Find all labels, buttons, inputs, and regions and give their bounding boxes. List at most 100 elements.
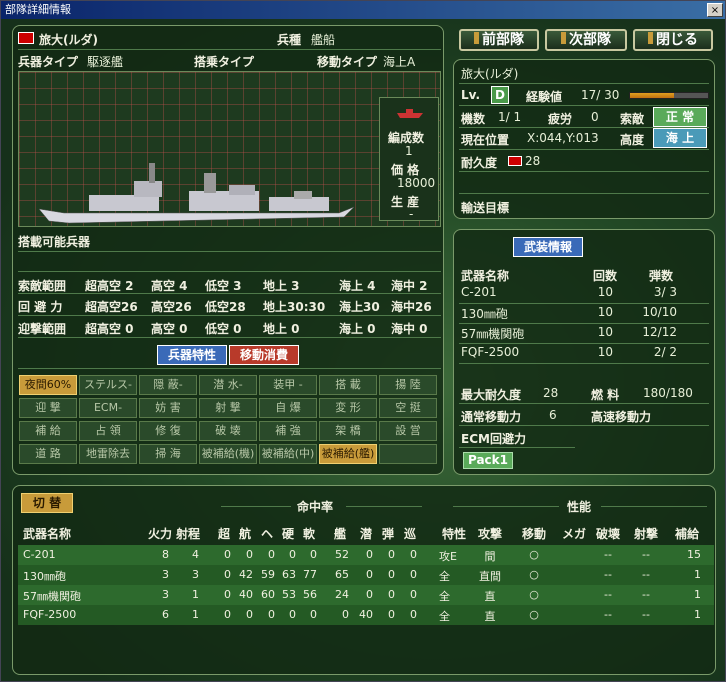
range-value: 超高空 0 xyxy=(85,322,134,336)
carry-label: 搭載可能兵器 xyxy=(18,235,91,249)
table-cell: 直 xyxy=(484,590,496,603)
weapons-col-header: 移動 xyxy=(521,527,546,541)
weapons-col-header: 射撃 xyxy=(633,527,658,541)
toggle-button[interactable]: 切 替 xyxy=(21,493,73,513)
table-cell: 0 xyxy=(388,588,395,601)
ability-cell: 被補給(艦) xyxy=(319,444,377,464)
ability-cell: 修 復 xyxy=(139,421,197,441)
table-cell: 0 xyxy=(410,588,417,601)
table-row[interactable]: 130㎜砲 3 3 0 42 59 63 77 65 0 0 0 全 直間 ○ -- -- 1 xyxy=(18,565,714,585)
weapons-col-header: ヘ xyxy=(260,527,273,541)
arms-times: 10 xyxy=(597,285,613,299)
level-label: Lv. xyxy=(461,88,481,102)
divider xyxy=(453,506,559,507)
ability-cell: 装甲 - xyxy=(259,375,317,395)
table-cell: 4 xyxy=(192,548,199,561)
fatigue-label: 疲労 xyxy=(548,112,573,126)
prev-unit-button[interactable]: 前部隊 xyxy=(459,29,539,51)
ship-image xyxy=(39,163,354,224)
window-title: 部隊詳細情報 xyxy=(5,3,71,16)
weapons-col-header: 潜 xyxy=(359,527,372,541)
ability-cell: 被補給(機) xyxy=(199,444,257,464)
table-cell: C-201 xyxy=(23,548,56,561)
arms-weapon-name: C-201 xyxy=(461,285,497,299)
table-cell: ○ xyxy=(529,588,539,601)
table-row[interactable]: 57㎜機関砲 3 1 0 40 60 53 56 24 0 0 0 全 直 ○ -- -- 1 xyxy=(18,585,714,605)
table-cell: -- xyxy=(642,588,650,601)
ability-cell: 潜 水- xyxy=(199,375,257,395)
table-cell: 0 xyxy=(224,608,231,621)
table-row[interactable]: C-201 8 4 0 0 0 0 0 52 0 0 0 攻E 間 ○ -- -- 15 xyxy=(18,545,714,565)
altitude-badge: 海 上 xyxy=(653,128,707,148)
range-value: 地上30:30 xyxy=(263,300,326,314)
divider xyxy=(459,83,709,84)
table-cell: 1 xyxy=(694,588,701,601)
tab-weapon-traits[interactable]: 兵器特性 xyxy=(157,345,227,365)
weapons-col-header: 超 xyxy=(217,527,230,541)
arms-col-ammo: 弾数 xyxy=(649,269,674,283)
weapons-col-header: 弾 xyxy=(381,527,394,541)
fatigue-value: 0 xyxy=(591,110,599,124)
range-label: 索敵範囲 xyxy=(18,279,67,293)
table-row[interactable]: FQF-2500 6 1 0 0 0 0 0 0 40 0 0 全 直 ○ -- -- 1 xyxy=(18,605,714,625)
arms-times: 10 xyxy=(597,345,613,359)
weapons-col-header: 特性 xyxy=(441,527,466,541)
weapons-col-header: 軟 xyxy=(302,527,315,541)
production-value: - xyxy=(409,207,414,221)
divider xyxy=(18,251,441,252)
range-value: 海中26 xyxy=(391,300,432,314)
units-value: 1/ 1 xyxy=(498,110,522,124)
prev-unit-label: 前部隊 xyxy=(482,32,524,48)
ability-cell: 架 橋 xyxy=(319,421,377,441)
table-cell: 57㎜機関砲 xyxy=(23,590,81,603)
tab-move-cost[interactable]: 移動消費 xyxy=(229,345,299,365)
arms-ammo: 3/ 3 xyxy=(653,285,677,299)
weapons-col-header: 巡 xyxy=(403,527,416,541)
close-button[interactable]: 閉じる xyxy=(633,29,713,51)
table-cell: 1 xyxy=(694,568,701,581)
table-cell: 0 xyxy=(342,608,349,621)
position-label: 現在位置 xyxy=(461,133,510,147)
table-cell: 3 xyxy=(192,568,199,581)
weapons-col-header: メガ xyxy=(561,527,586,541)
table-cell: 42 xyxy=(239,568,253,581)
fuel-label: 燃 料 xyxy=(591,388,620,402)
ability-cell: 夜間60% xyxy=(19,375,77,395)
range-value: 高空 4 xyxy=(151,279,188,293)
divider xyxy=(459,363,709,364)
pack-button[interactable]: Pack1 xyxy=(463,452,513,469)
table-cell: 0 xyxy=(366,548,373,561)
next-unit-button[interactable]: 次部隊 xyxy=(545,29,627,51)
exp-value: 17/ 30 xyxy=(581,88,620,102)
table-cell: 直 xyxy=(484,610,496,623)
range-value: 超高空 2 xyxy=(85,279,134,293)
arms-weapon-name: 130㎜砲 xyxy=(461,307,508,321)
divider xyxy=(18,271,441,272)
ability-cell: 補 強 xyxy=(259,421,317,441)
production-label: 生 産 xyxy=(391,195,420,209)
ship-mini-icon xyxy=(397,109,423,118)
table-cell: 直間 xyxy=(479,570,501,583)
divider xyxy=(459,403,709,404)
performance-header: 性能 xyxy=(567,500,592,514)
close-icon[interactable]: × xyxy=(707,3,723,17)
table-cell: 6 xyxy=(162,608,169,621)
table-cell: 77 xyxy=(303,568,317,581)
table-cell: 0 xyxy=(310,608,317,621)
table-cell: 0 xyxy=(289,548,296,561)
table-cell: 0 xyxy=(410,608,417,621)
ability-cell: 迎 撃 xyxy=(19,398,77,418)
table-cell: 24 xyxy=(335,588,349,601)
table-cell: 0 xyxy=(224,568,231,581)
divider xyxy=(459,149,709,150)
board-type-label: 搭乗タイプ xyxy=(194,55,255,69)
transport-label: 輸送目標 xyxy=(461,201,510,215)
table-cell: 130㎜砲 xyxy=(23,570,66,583)
table-cell: 15 xyxy=(687,548,701,561)
close-label: 閉じる xyxy=(656,32,698,48)
bar-icon xyxy=(474,32,479,44)
exp-bar xyxy=(629,92,709,99)
ability-cell: 自 爆 xyxy=(259,398,317,418)
divider xyxy=(459,323,709,324)
divider xyxy=(601,506,707,507)
